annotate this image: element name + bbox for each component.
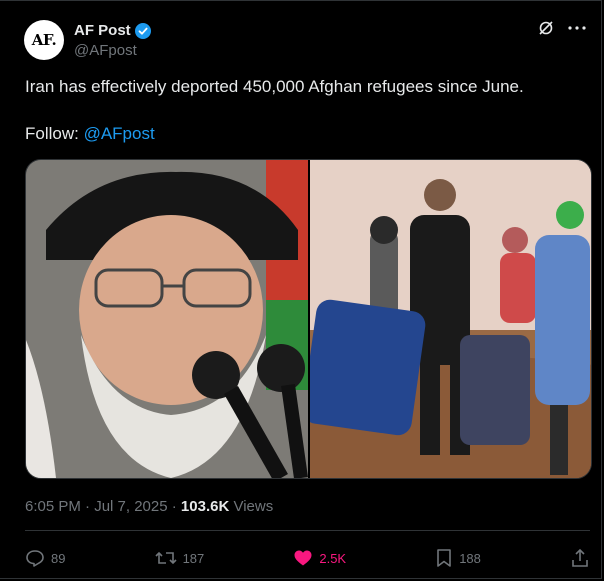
more-icon[interactable] bbox=[568, 26, 586, 30]
author-handle[interactable]: @AFpost bbox=[74, 42, 137, 59]
grok-icon[interactable] bbox=[538, 20, 554, 36]
top-right-controls bbox=[538, 20, 586, 36]
refugees-image[interactable] bbox=[310, 160, 591, 478]
follow-handle-link[interactable]: @AFpost bbox=[84, 124, 155, 143]
views-count: 103.6K bbox=[180, 498, 230, 515]
avatar[interactable]: AF. bbox=[24, 20, 64, 60]
author-name-text: AF Post bbox=[74, 22, 131, 39]
reply-count: 89 bbox=[51, 550, 66, 566]
share-icon bbox=[570, 548, 590, 568]
reply-button[interactable]: 89 bbox=[25, 548, 65, 568]
post-metadata: 6:05 PM · Jul 7, 2025 · 103.6K Views bbox=[25, 498, 273, 515]
leader-portrait-illustration bbox=[26, 160, 308, 478]
author-name[interactable]: AF Post bbox=[74, 22, 151, 39]
refugees-illustration bbox=[310, 160, 591, 478]
bookmark-count: 188 bbox=[459, 550, 481, 566]
repost-icon bbox=[154, 548, 177, 568]
post-timestamp[interactable]: 6:05 PM · Jul 7, 2025 · bbox=[25, 498, 181, 515]
post-text: Iran has effectively deported 450,000 Af… bbox=[25, 77, 524, 96]
repost-button[interactable]: 187 bbox=[154, 548, 205, 568]
bookmark-button[interactable]: 188 bbox=[435, 548, 481, 568]
like-count: 2.5K bbox=[319, 550, 347, 566]
follow-line: Follow: @AFpost bbox=[25, 124, 155, 144]
heart-icon bbox=[293, 548, 313, 568]
share-button[interactable] bbox=[570, 548, 590, 568]
reply-icon bbox=[25, 548, 45, 568]
media-grid bbox=[25, 159, 592, 479]
repost-count: 187 bbox=[182, 550, 205, 566]
actions-divider bbox=[25, 530, 590, 531]
views-label: Views bbox=[229, 498, 274, 515]
like-button[interactable]: 2.5K bbox=[293, 548, 346, 568]
action-bar: 89 187 2.5K 188 bbox=[25, 544, 590, 572]
follow-label: Follow: bbox=[25, 124, 84, 143]
leader-portrait-image[interactable] bbox=[26, 160, 308, 478]
verified-badge-icon bbox=[134, 22, 151, 39]
bookmark-icon bbox=[435, 548, 453, 568]
